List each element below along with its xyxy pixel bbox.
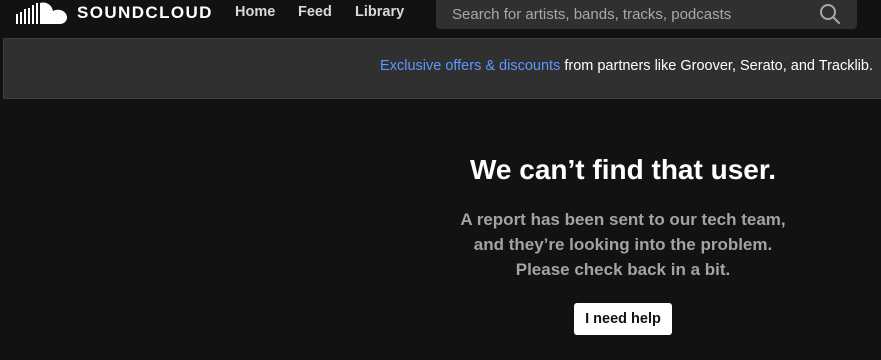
need-help-button[interactable]: I need help (574, 303, 672, 335)
nav-library[interactable]: Library (355, 4, 404, 20)
exclusive-offers-link[interactable]: Exclusive offers & discounts (380, 58, 560, 74)
soundcloud-logo[interactable]: SOUNDCLOUD (16, 2, 213, 24)
search-input[interactable] (436, 0, 816, 29)
nav-home[interactable]: Home (235, 4, 275, 20)
error-message-line: Please check back in a bit. (515, 260, 731, 279)
search-bar (436, 0, 857, 29)
nav-feed[interactable]: Feed (298, 4, 332, 20)
error-message-line: and they’re looking into the problem. (473, 235, 773, 254)
logo-wordmark: SOUNDCLOUD (77, 3, 213, 22)
partner-offers-banner: Exclusive offers & discounts from partne… (3, 38, 881, 99)
banner-partners-text: from partners like Groover, Serato, and … (560, 58, 873, 74)
error-message-line: A report has been sent to our tech team, (460, 210, 786, 229)
banner-text: Exclusive offers & discounts from partne… (380, 58, 873, 74)
error-title: We can’t find that user. (470, 154, 776, 185)
top-header: SOUNDCLOUD Home Feed Library (0, 0, 881, 38)
error-message: A report has been sent to our tech team,… (387, 207, 859, 282)
search-icon[interactable] (819, 3, 841, 25)
soundcloud-cloud-icon (16, 2, 68, 24)
